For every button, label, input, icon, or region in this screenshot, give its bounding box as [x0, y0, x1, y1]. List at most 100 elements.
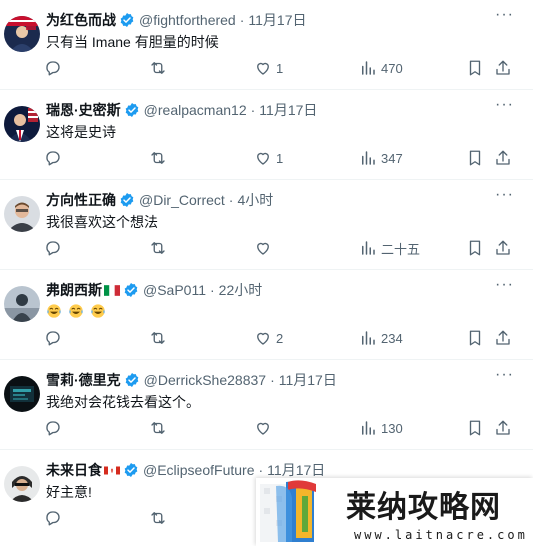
bookmark-button[interactable]	[466, 416, 484, 440]
view-count: 470	[381, 60, 403, 76]
laughing-tears-emoji-icon	[47, 304, 61, 318]
tweet-text: 只有当 Imane 有胆量的时候	[46, 34, 219, 50]
more-icon[interactable]: ···	[495, 97, 513, 118]
reply-icon	[46, 331, 60, 346]
like-button[interactable]	[254, 236, 276, 260]
bookmark-icon	[469, 240, 481, 256]
avatar[interactable]	[4, 16, 40, 52]
views-button[interactable]: 347	[359, 146, 403, 170]
timestamp[interactable]: 11月17日	[267, 460, 325, 480]
like-button[interactable]: 1	[254, 56, 283, 80]
verified-badge-icon	[124, 283, 138, 297]
bookmark-button[interactable]	[466, 146, 484, 170]
tweet-text	[46, 302, 108, 319]
view-count: 130	[381, 420, 403, 436]
separator-dot: ·	[228, 192, 234, 208]
avatar[interactable]	[4, 196, 40, 232]
share-button[interactable]	[494, 56, 512, 80]
view-count: 347	[381, 150, 403, 166]
views-button[interactable]: 470	[359, 56, 403, 80]
tweet-actions: 1 470	[44, 56, 514, 80]
bookmark-button[interactable]	[466, 236, 484, 260]
tweet-text: 好主意!	[46, 484, 92, 500]
user-handle[interactable]: @fightforthered	[139, 12, 236, 28]
display-name[interactable]: 瑞恩·史密斯	[46, 100, 121, 120]
views-button[interactable]: 二十五	[359, 236, 420, 260]
more-icon[interactable]: ···	[495, 277, 513, 298]
avatar[interactable]	[4, 466, 40, 502]
more-icon[interactable]: ···	[495, 7, 513, 28]
share-button[interactable]	[494, 326, 512, 350]
views-icon	[362, 421, 375, 435]
display-name[interactable]: 雪莉·德里克	[46, 370, 121, 390]
tweet-actions: 2 234	[44, 326, 514, 350]
bookmark-button[interactable]	[466, 56, 484, 80]
reply-button[interactable]	[44, 416, 66, 440]
tweet-item[interactable]: 弗朗西斯 @SaP011 · 22小时 ··· 2 234	[0, 270, 533, 360]
tweet-text: 这将是史诗	[46, 124, 116, 140]
timestamp[interactable]: 22小时	[219, 280, 263, 300]
share-icon	[496, 330, 510, 345]
user-handle[interactable]: @DerrickShe28837	[144, 372, 266, 388]
like-button[interactable]: 1	[254, 146, 283, 170]
retweet-button[interactable]	[149, 146, 171, 170]
like-button[interactable]	[254, 416, 276, 440]
avatar[interactable]	[4, 286, 40, 322]
heart-icon	[257, 152, 269, 165]
laughing-tears-emoji-icon	[91, 304, 105, 318]
retweet-button[interactable]	[149, 506, 171, 530]
user-handle[interactable]: @Dir_Correct	[139, 192, 225, 208]
display-name[interactable]: 未来日食	[46, 460, 102, 480]
reply-button[interactable]	[44, 506, 66, 530]
heart-icon	[257, 242, 269, 255]
bookmark-button[interactable]	[466, 326, 484, 350]
timestamp[interactable]: 11月17日	[259, 100, 317, 120]
retweet-button[interactable]	[149, 56, 171, 80]
share-button[interactable]	[494, 416, 512, 440]
timestamp[interactable]: 11月17日	[279, 370, 337, 390]
separator-dot: ·	[250, 102, 256, 118]
tweet-item[interactable]: 方向性正确 @Dir_Correct · 4小时 ··· 我很喜欢这个想法 二十…	[0, 180, 533, 270]
views-icon	[362, 151, 375, 165]
heart-icon	[257, 422, 269, 435]
reply-button[interactable]	[44, 146, 66, 170]
tweet-item[interactable]: 雪莉·德里克 @DerrickShe28837 · 11月17日 ··· 我绝对…	[0, 360, 533, 450]
display-name[interactable]: 方向性正确	[46, 190, 116, 210]
user-handle[interactable]: @realpacman12	[144, 102, 247, 118]
user-handle[interactable]: @SaP011	[143, 282, 206, 298]
share-button[interactable]	[494, 236, 512, 260]
reply-button[interactable]	[44, 326, 66, 350]
verified-badge-icon	[120, 193, 134, 207]
tweet-item[interactable]: 瑞恩·史密斯 @realpacman12 · 11月17日 ··· 这将是史诗 …	[0, 90, 533, 180]
heart-icon	[257, 62, 269, 75]
verified-badge-icon	[120, 13, 134, 27]
views-icon	[362, 61, 375, 75]
retweet-button[interactable]	[149, 236, 171, 260]
more-icon[interactable]: ···	[495, 187, 513, 208]
more-icon[interactable]: ···	[495, 367, 513, 388]
reply-icon	[46, 151, 60, 166]
retweet-icon	[151, 332, 165, 344]
like-button[interactable]: 2	[254, 326, 283, 350]
retweet-button[interactable]	[149, 326, 171, 350]
avatar[interactable]	[4, 106, 40, 142]
tweet-text: 我绝对会花钱去看这个。	[46, 394, 200, 410]
tweet-item[interactable]: 为红色而战 @fightforthered · 11月17日 ··· 只有当 I…	[0, 0, 533, 90]
canada-flag-icon	[104, 466, 120, 474]
reply-button[interactable]	[44, 236, 66, 260]
retweet-button[interactable]	[149, 416, 171, 440]
views-button[interactable]: 234	[359, 326, 403, 350]
share-button[interactable]	[494, 146, 512, 170]
display-name[interactable]: 弗朗西斯	[46, 280, 102, 300]
avatar[interactable]	[4, 376, 40, 412]
timestamp[interactable]: 11月17日	[248, 10, 306, 30]
views-button[interactable]: 130	[359, 416, 403, 440]
display-name[interactable]: 为红色而战	[46, 10, 116, 30]
bookmark-icon	[469, 150, 481, 166]
retweet-icon	[151, 512, 165, 524]
watermark-site-name: 莱纳攻略网	[346, 490, 501, 525]
user-handle[interactable]: @EclipseofFuture	[143, 462, 254, 478]
timestamp[interactable]: 4小时	[237, 190, 273, 210]
reply-button[interactable]	[44, 56, 66, 80]
share-icon	[496, 240, 510, 255]
